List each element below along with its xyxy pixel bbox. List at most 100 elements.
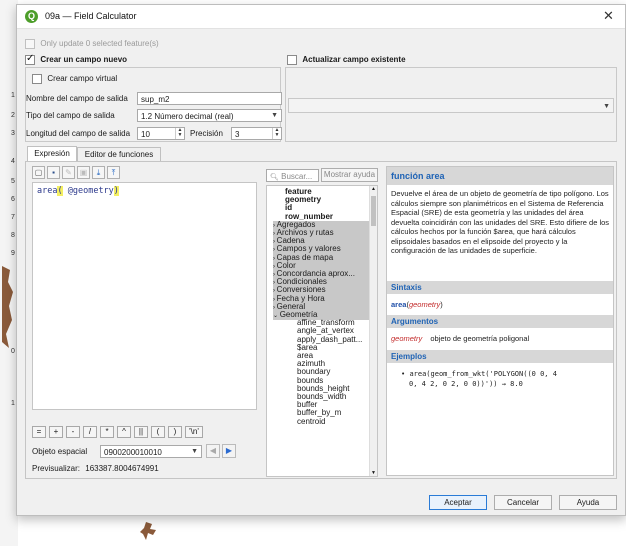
map-feature-shape	[2, 266, 13, 348]
row-number: 5	[11, 178, 15, 185]
operator-multiply-button[interactable]: *	[100, 426, 114, 438]
output-type-select[interactable]: 1.2 Número decimal (real) ▼	[137, 109, 282, 122]
show-help-button[interactable]: Mostrar ayuda	[321, 168, 378, 182]
help-button[interactable]: Ayuda	[559, 495, 617, 510]
operator-concat-button[interactable]: ||	[134, 426, 148, 438]
operator-divide-button[interactable]: /	[83, 426, 97, 438]
update-existing-checkbox[interactable]	[287, 54, 297, 65]
examples-header: Ejemplos	[387, 350, 613, 363]
create-new-option[interactable]: Crear un campo nuevo	[25, 53, 128, 65]
example-line-1: area(geom_from_wkt('POLYGON((0 0, 4	[409, 370, 557, 378]
search-placeholder: Buscar...	[281, 172, 313, 181]
operator-close-paren-button[interactable]: )	[168, 426, 182, 438]
row-number: 1	[11, 400, 15, 407]
row-number: 1	[11, 92, 15, 99]
chevron-down-icon: ▼	[191, 448, 198, 455]
update-existing-option[interactable]: Actualizar campo existente	[287, 54, 406, 65]
existing-field-select[interactable]: ▼	[288, 98, 614, 113]
qgis-icon: Q	[25, 10, 38, 23]
create-new-checkbox[interactable]	[25, 53, 35, 65]
title-bar: Q 09a — Field Calculator ✕	[17, 5, 625, 29]
virtual-field-checkbox[interactable]	[32, 73, 42, 84]
tree-scrollbar[interactable]: ▲ ▼	[369, 186, 377, 476]
field-calculator-dialog: Q 09a — Field Calculator ✕ Only update 0…	[16, 4, 626, 516]
expression-function: area	[37, 186, 58, 196]
feature-value: 0900200010010	[104, 448, 162, 457]
expression-text: area( @geometry)	[37, 186, 119, 196]
row-number: 2	[11, 112, 15, 119]
update-existing-label: Actualizar campo existente	[302, 55, 406, 64]
virtual-field-option[interactable]: Crear campo virtual	[32, 73, 117, 84]
spin-arrows-icon[interactable]: ▲ ▼	[272, 128, 281, 139]
delete-icon[interactable]: ▣	[77, 166, 90, 179]
chevron-down-icon[interactable]: ⌄	[273, 313, 280, 319]
output-length-value: 10	[141, 130, 150, 139]
expression-open-paren: (	[57, 186, 63, 196]
row-number: 4	[11, 158, 15, 165]
accept-button[interactable]: Aceptar	[429, 495, 487, 510]
virtual-field-label: Crear campo virtual	[47, 74, 118, 83]
spin-arrows-icon[interactable]: ▲ ▼	[175, 128, 184, 139]
operator-buttons: = + - / * ^ || ( ) '\n'	[32, 426, 203, 438]
preview-value: 163387.8004674991	[85, 464, 159, 473]
help-description: Devuelve el área de un objeto de geometr…	[391, 189, 610, 255]
edit-icon[interactable]: ✎	[62, 166, 75, 179]
row-number: 3	[11, 130, 15, 137]
operator-equals-button[interactable]: =	[32, 426, 46, 438]
syntax-argument: geometry	[408, 300, 441, 309]
precision-label: Precisión	[190, 129, 223, 138]
argument-name: geometry	[391, 334, 423, 343]
chevron-down-icon: ▼	[271, 112, 278, 119]
row-number: 6	[11, 196, 15, 203]
example-line-2: 0, 4 2, 0 2, 0 0))')) → 8.0	[409, 380, 523, 388]
save-icon[interactable]: ▪	[47, 166, 60, 179]
only-update-option[interactable]: Only update 0 selected feature(s)	[25, 38, 159, 49]
update-existing-group: ▼	[285, 67, 617, 142]
function-tree-list: feature geometry id row_number › Agregados › …	[267, 187, 371, 476]
row-number: 8	[11, 232, 15, 239]
scrollbar-thumb[interactable]	[371, 196, 376, 226]
operator-minus-button[interactable]: -	[66, 426, 80, 438]
feature-select[interactable]: 0900200010010 ▼	[100, 445, 202, 458]
scroll-down-icon[interactable]: ▼	[371, 470, 376, 476]
expression-toolbar: ▢ ▪ ✎ ▣ ⤓ ⤒	[32, 166, 120, 179]
expression-tab-panel: ▢ ▪ ✎ ▣ ⤓ ⤒ area( @geometry) = + - / * ^…	[25, 161, 617, 479]
search-icon: 🔍︎	[270, 174, 279, 181]
close-icon[interactable]: ✕	[603, 8, 614, 24]
function-search-input[interactable]: 🔍︎ Buscar...	[266, 169, 319, 182]
feature-label: Objeto espacial	[32, 447, 88, 456]
output-type-value: 1.2 Número decimal (real)	[141, 112, 234, 121]
output-name-input[interactable]: sup_m2	[137, 92, 282, 105]
operator-open-paren-button[interactable]: (	[151, 426, 165, 438]
operator-plus-button[interactable]: +	[49, 426, 63, 438]
create-new-group: Crear campo virtual Nombre del campo de …	[25, 67, 282, 142]
expression-close-paren: )	[113, 186, 119, 196]
export-icon[interactable]: ⤒	[107, 166, 120, 179]
precision-spinbox[interactable]: 3 ▲ ▼	[231, 127, 282, 140]
operator-newline-button[interactable]: '\n'	[185, 426, 203, 438]
function-tree[interactable]: feature geometry id row_number › Agregados › …	[266, 185, 378, 477]
tab-function-editor[interactable]: Editor de funciones	[77, 147, 161, 161]
operator-power-button[interactable]: ^	[117, 426, 131, 438]
cancel-button[interactable]: Cancelar	[494, 495, 552, 510]
expression-editor[interactable]: area( @geometry)	[32, 182, 257, 410]
output-length-spinbox[interactable]: 10 ▲ ▼	[137, 127, 185, 140]
import-icon[interactable]: ⤓	[92, 166, 105, 179]
preview-label: Previsualizar:	[32, 464, 81, 473]
tab-expression[interactable]: Expresión	[27, 146, 77, 161]
create-new-label: Crear un campo nuevo	[40, 55, 128, 64]
tree-item-label: centroid	[297, 416, 326, 426]
argument-row: geometry objeto de geometría poligonal	[391, 334, 529, 344]
output-length-label: Longitud del campo de salida	[26, 129, 131, 138]
only-update-checkbox[interactable]	[25, 38, 35, 49]
next-feature-button[interactable]: ▶	[222, 444, 236, 458]
tree-item-function[interactable]: centroid	[297, 416, 326, 426]
help-panel: función area Devuelve el área de un obje…	[386, 166, 614, 476]
output-type-label: Tipo del campo de salida	[26, 111, 115, 120]
syntax-line: area(geometry)	[391, 300, 443, 309]
new-file-icon[interactable]: ▢	[32, 166, 45, 179]
example-code: • area(geom_from_wkt('POLYGON((0 0, 4 0,…	[401, 370, 557, 388]
previous-feature-button[interactable]: ◀	[206, 444, 220, 458]
scroll-up-icon[interactable]: ▲	[371, 186, 376, 192]
output-name-label: Nombre del campo de salida	[26, 94, 128, 103]
